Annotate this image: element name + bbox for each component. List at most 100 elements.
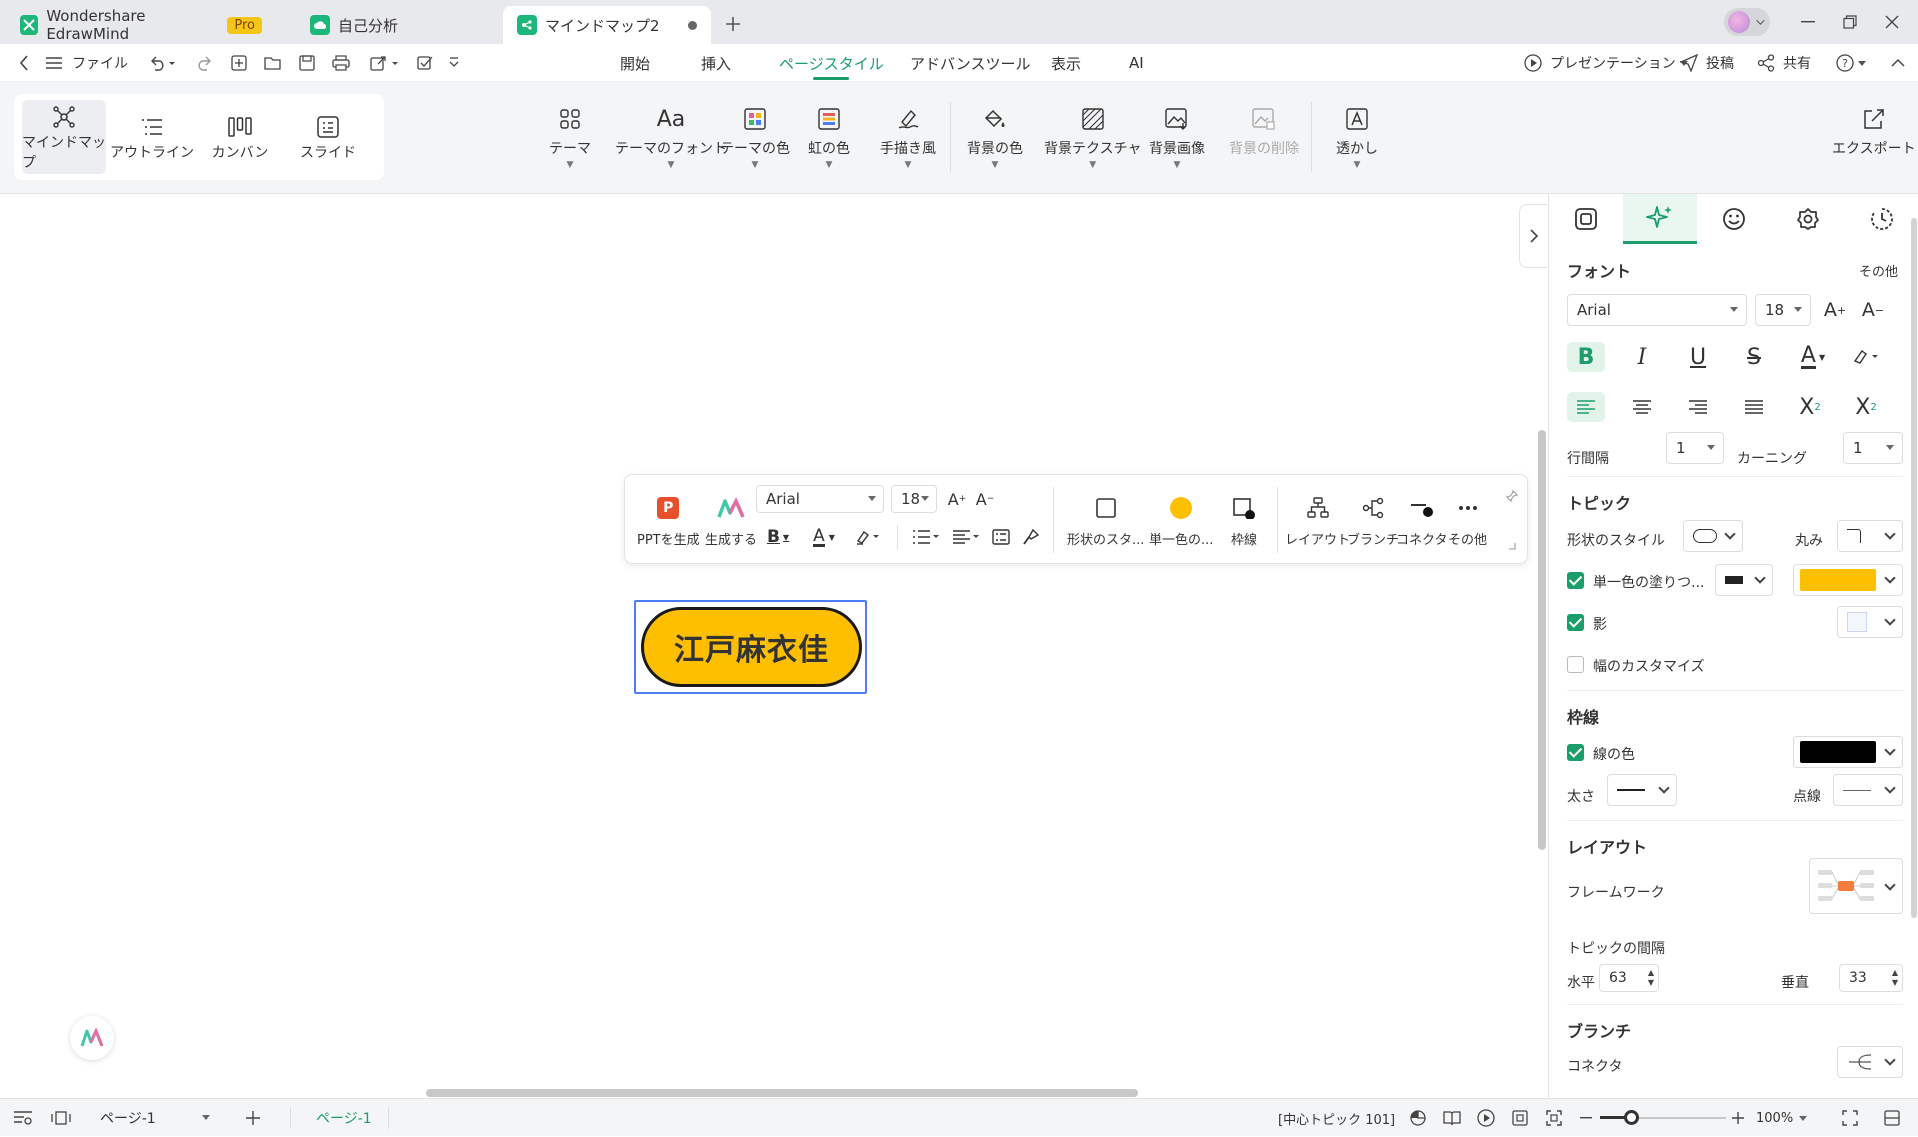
thickness-select[interactable] — [1607, 774, 1677, 806]
italic-button[interactable]: I — [1623, 342, 1661, 372]
restore-icon[interactable] — [1838, 10, 1862, 34]
float-border-button[interactable]: 枠線 — [1231, 497, 1257, 548]
pin-icon[interactable] — [1503, 487, 1521, 505]
view-mindmap-button[interactable]: マインドマップ — [22, 100, 106, 174]
tab-jiko-bunseki[interactable]: 自己分析 — [296, 6, 496, 44]
custom-width-checkbox[interactable] — [1567, 656, 1584, 673]
close-icon[interactable] — [1880, 10, 1904, 34]
new-file-icon[interactable] — [228, 52, 250, 74]
rainbow-color-button[interactable]: 虹の色 ▼ — [808, 104, 850, 170]
post-button[interactable]: 投稿 — [1680, 44, 1734, 82]
panel-font-color-button[interactable]: A ▼ — [1791, 342, 1835, 372]
connector-select[interactable] — [1837, 1046, 1903, 1078]
align-justify-button[interactable] — [1735, 392, 1773, 422]
strikethrough-button[interactable]: S — [1735, 342, 1773, 372]
corner-select[interactable] — [1837, 520, 1903, 552]
checklist-icon[interactable] — [414, 52, 436, 74]
generate-ppt-button[interactable]: P PPTを生成 — [637, 497, 700, 548]
tab-home[interactable]: 開始 — [620, 44, 650, 82]
zoom-out-icon[interactable] — [1578, 1099, 1594, 1137]
collapse-panel-button[interactable] — [1519, 204, 1547, 268]
shape-style-select[interactable] — [1683, 520, 1743, 552]
panel-tab-style[interactable] — [1623, 194, 1697, 244]
more-quick-access-icon[interactable] — [446, 52, 462, 74]
tab-mindmap2[interactable]: マインドマップ2 — [503, 6, 711, 44]
align-left-button[interactable] — [1567, 392, 1605, 422]
help-button[interactable]: ? — [1836, 44, 1866, 82]
view-kanban-button[interactable]: カンバン — [198, 100, 282, 174]
fit-page-icon[interactable] — [1508, 1099, 1532, 1137]
format-painter-icon[interactable] — [1019, 525, 1043, 549]
panel-tab-icons[interactable] — [1697, 194, 1771, 244]
panel-tab-format[interactable] — [1549, 194, 1623, 244]
font-color-icon[interactable]: A ▼ — [807, 525, 841, 549]
panel-increase-font-icon[interactable]: A + — [1821, 298, 1849, 322]
float-font-select[interactable]: Arial — [756, 485, 884, 513]
bg-color-button[interactable]: 背景の色 ▼ — [967, 104, 1023, 170]
unsaved-dot-icon[interactable] — [688, 21, 697, 30]
line-color-select[interactable] — [1793, 736, 1903, 768]
central-topic-text[interactable]: 江戸麻衣佳 — [674, 625, 829, 669]
panel-size-select[interactable]: 18 — [1755, 294, 1811, 326]
play-icon[interactable] — [1474, 1099, 1498, 1137]
redo-icon[interactable] — [194, 52, 216, 74]
tab-page-style[interactable]: ページスタイル — [779, 44, 884, 82]
float-branch-button[interactable]: ブランチ — [1347, 497, 1399, 548]
superscript-button[interactable]: X2 — [1791, 392, 1829, 422]
shadow-checkbox[interactable] — [1567, 614, 1584, 631]
file-menu[interactable]: ファイル — [46, 44, 128, 82]
collapse-ribbon-icon[interactable] — [1888, 53, 1908, 73]
panel-tab-clipart[interactable] — [1771, 194, 1845, 244]
zoom-level-select[interactable]: 100% — [1756, 1099, 1808, 1137]
bg-remove-button[interactable]: 背景の削除 — [1229, 104, 1299, 158]
line-color-checkbox[interactable] — [1567, 744, 1584, 761]
align-right-button[interactable] — [1679, 392, 1717, 422]
float-size-select[interactable]: 18 — [891, 485, 937, 513]
line-spacing-select[interactable]: 1 — [1666, 432, 1724, 464]
ai-generate-button[interactable]: 生成する — [705, 497, 757, 548]
bold-dropdown-icon[interactable]: B ▼ — [763, 525, 793, 549]
float-layout-button[interactable]: レイアウト — [1285, 497, 1350, 548]
view-outline-button[interactable]: アウトライン — [110, 100, 194, 174]
print-icon[interactable] — [330, 52, 352, 74]
split-panel-icon[interactable] — [1880, 1099, 1904, 1137]
fill-color-select[interactable] — [1793, 564, 1903, 596]
tab-insert[interactable]: 挿入 — [701, 44, 731, 82]
bold-button[interactable]: B — [1567, 342, 1605, 372]
float-shape-style-button[interactable]: 形状のスタ... — [1067, 497, 1144, 548]
fill-type-select[interactable] — [1715, 564, 1773, 596]
bg-texture-button[interactable]: 背景テクスチャ ▼ — [1044, 104, 1141, 170]
increase-font-icon[interactable]: A + — [945, 487, 969, 511]
panel-decrease-font-icon[interactable]: A − — [1859, 298, 1887, 322]
add-page-icon[interactable] — [242, 1099, 264, 1137]
decrease-font-icon[interactable]: A − — [973, 487, 997, 511]
tab-advanced-tools[interactable]: アドバンスツール — [910, 44, 1030, 82]
float-fill-button[interactable]: 単一色の... — [1149, 497, 1213, 548]
text-box-icon[interactable] — [989, 525, 1013, 549]
theme-color-button[interactable]: テーマの色 ▼ — [720, 104, 790, 170]
highlight-icon[interactable] — [851, 525, 885, 549]
tab-ai[interactable]: AI — [1129, 44, 1144, 82]
open-folder-icon[interactable] — [262, 52, 284, 74]
float-connector-button[interactable]: コネクタ — [1396, 497, 1447, 548]
page-select[interactable]: ページ-1 — [100, 1099, 212, 1137]
vertical-scrollbar[interactable] — [1538, 430, 1546, 850]
theme-font-button[interactable]: Aa テーマのフォント ▼ — [615, 104, 727, 171]
page-view-icon[interactable] — [48, 1099, 74, 1137]
theme-button[interactable]: テーマ ▼ — [549, 104, 591, 170]
horizontal-spacing-input[interactable]: 63 ▲ ▼ — [1599, 964, 1659, 992]
handdrawn-button[interactable]: 手描き風 ▼ — [880, 104, 936, 170]
shadow-select[interactable] — [1837, 606, 1903, 638]
tab-app[interactable]: Wondershare EdrawMind Pro — [6, 6, 276, 44]
watermark-button[interactable]: 透かし ▼ — [1336, 104, 1378, 170]
view-slide-button[interactable]: スライド — [286, 100, 370, 174]
panel-tab-history[interactable] — [1845, 194, 1918, 244]
zoom-slider-handle[interactable] — [1624, 1110, 1639, 1125]
export-button[interactable]: エクスポート — [1832, 104, 1916, 158]
bg-image-button[interactable]: 背景画像 ▼ — [1149, 104, 1205, 170]
dash-select[interactable] — [1833, 774, 1903, 806]
minimize-icon[interactable] — [1796, 10, 1820, 34]
share-button[interactable]: 共有 — [1757, 44, 1811, 82]
framework-select[interactable] — [1809, 858, 1903, 914]
fullscreen-frame-icon[interactable] — [1542, 1099, 1566, 1137]
